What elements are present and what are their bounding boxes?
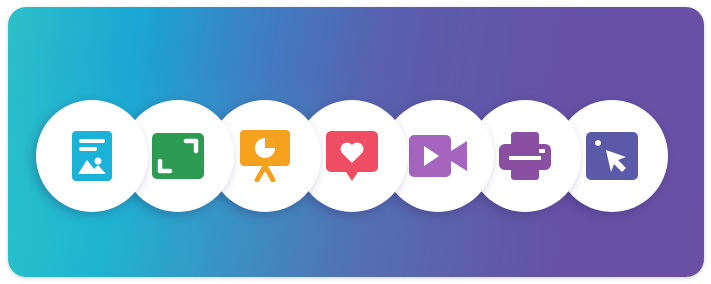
cursor-window-icon (586, 132, 638, 180)
presentation-chart-icon (240, 130, 290, 182)
image-document-button[interactable] (36, 100, 148, 212)
image-document-icon (72, 131, 112, 181)
printer-icon (499, 132, 551, 180)
heart-message-icon (326, 131, 378, 181)
video-camera-icon (409, 135, 467, 177)
fullscreen-icon (152, 133, 204, 179)
icon-banner (8, 7, 704, 277)
